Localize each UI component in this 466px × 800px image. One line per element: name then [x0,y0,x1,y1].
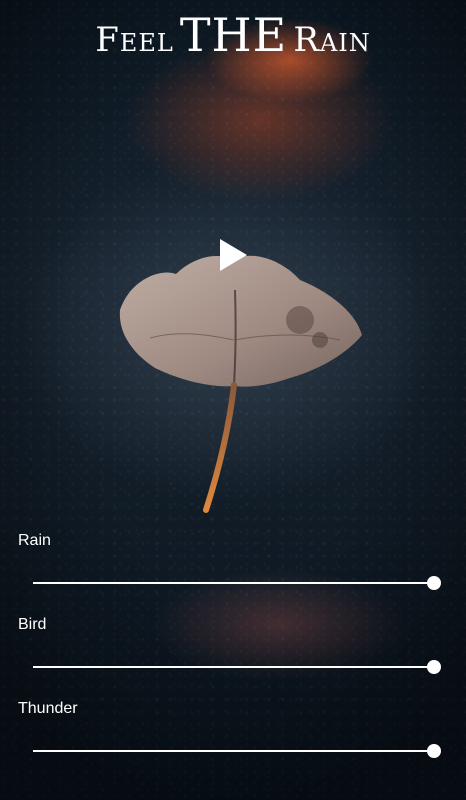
rain-label: Rain [18,532,51,549]
rain-volume-slider[interactable] [33,575,441,591]
slider-thumb[interactable] [427,744,441,758]
bird-volume-slider[interactable] [33,659,441,675]
thunder-label: Thunder [18,700,78,717]
title-word-rain: Rain [293,20,371,60]
background-image [0,0,466,800]
thunder-volume-slider[interactable] [33,743,441,759]
title-word-the: THE [179,8,288,62]
slider-fill [33,750,434,752]
slider-fill [33,582,434,584]
slider-fill [33,666,434,668]
slider-thumb[interactable] [427,576,441,590]
bird-label: Bird [18,616,47,633]
title-word-feel: Feel [95,20,174,60]
slider-thumb[interactable] [427,660,441,674]
vignette-overlay [0,0,466,800]
app-title: Feel THE Rain [0,8,466,62]
play-button[interactable] [212,234,254,276]
play-icon [220,239,247,271]
